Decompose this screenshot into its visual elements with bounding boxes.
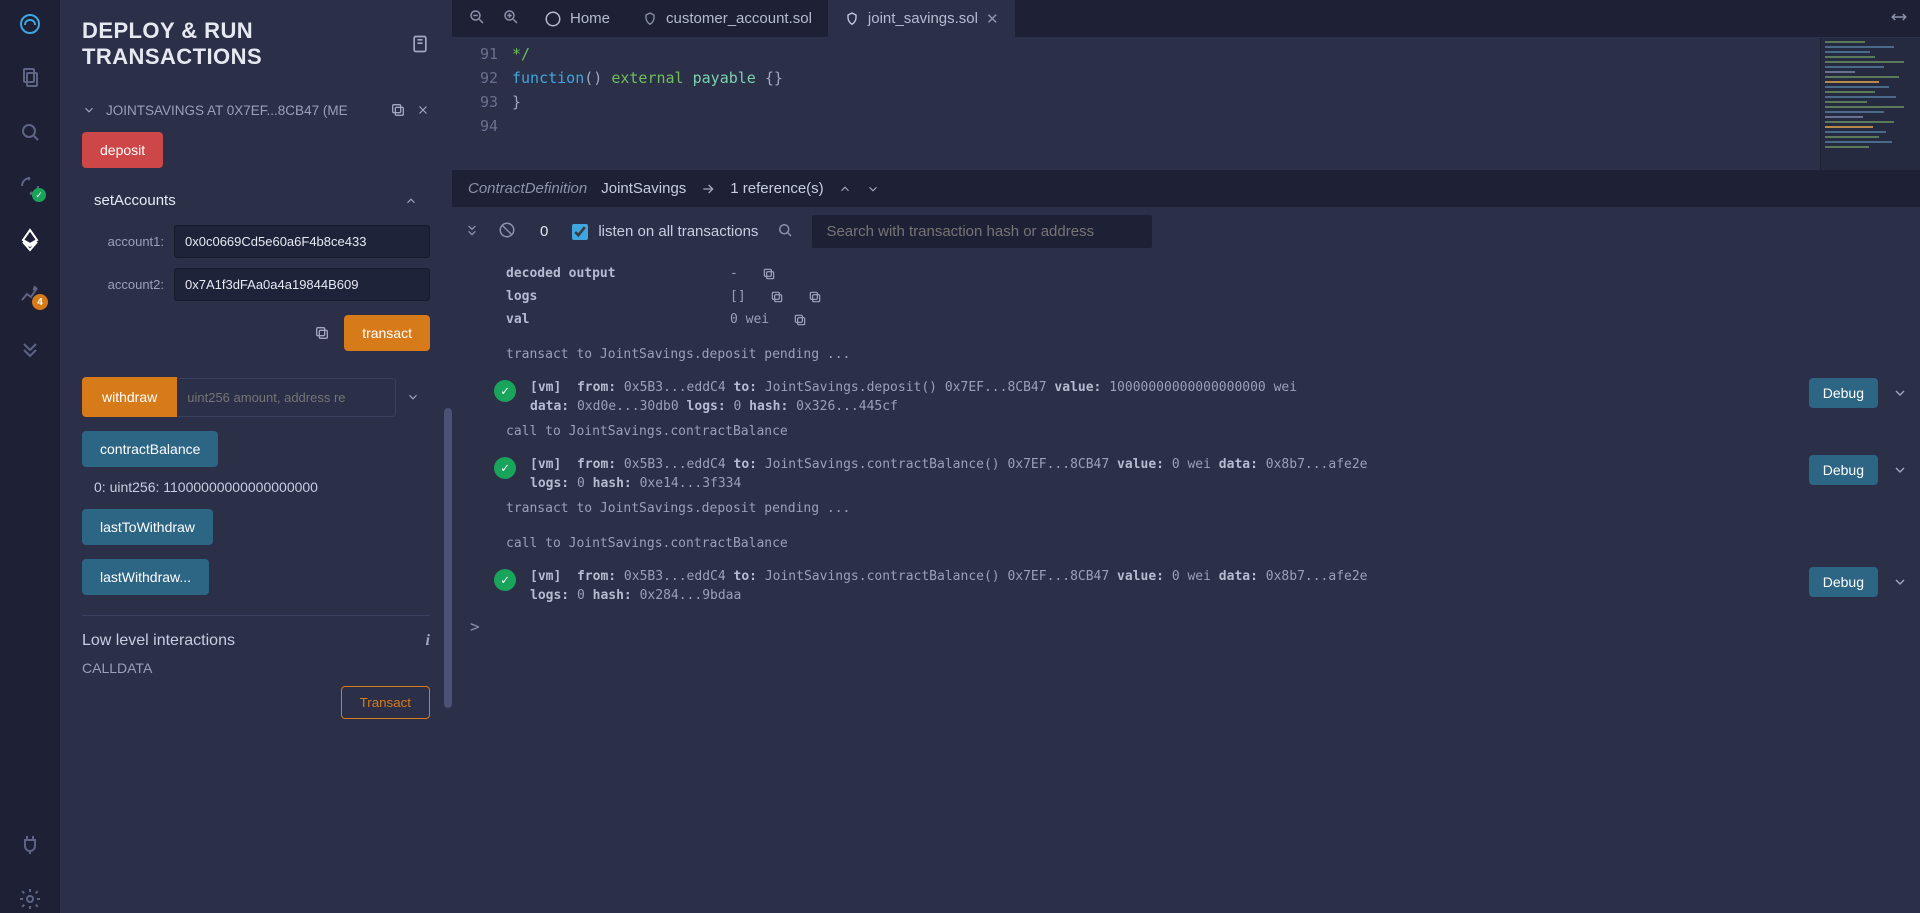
debug-button[interactable]: Debug <box>1809 378 1878 408</box>
left-icon-bar: ✓ 4 <box>0 0 60 913</box>
logo-icon[interactable] <box>16 10 44 38</box>
deploy-panel: DEPLOY & RUN TRANSACTIONS JOINTSAVINGS A… <box>60 0 452 913</box>
terminal-search-input[interactable] <box>812 215 1152 248</box>
copy-icon[interactable] <box>762 267 776 281</box>
tab-customer-account[interactable]: customer_account.sol <box>626 0 828 37</box>
debug-button[interactable]: Debug <box>1809 455 1878 485</box>
copy-icon[interactable] <box>770 290 784 304</box>
terminal[interactable]: decoded output - logs [] val 0 wei trans… <box>452 256 1920 913</box>
breadcrumb: ContractDefinition JointSavings 1 refere… <box>452 170 1920 207</box>
lasttowithdraw-button[interactable]: lastToWithdraw <box>82 509 213 545</box>
account1-label: account1: <box>82 234 164 249</box>
call-line: call to JointSavings.contractBalance <box>464 420 1908 443</box>
listen-checkbox[interactable] <box>572 224 588 240</box>
contract-instance-title: JOINTSAVINGS AT 0X7EF...8CB47 (ME <box>106 103 380 118</box>
lowlevel-transact-button[interactable]: Transact <box>341 686 430 719</box>
line-gutter: 91 92 93 94 <box>452 38 512 170</box>
search-icon[interactable] <box>16 118 44 146</box>
expand-editor-icon[interactable] <box>1890 8 1920 29</box>
zoom-in-icon[interactable] <box>494 8 528 29</box>
transact-button[interactable]: transact <box>344 315 430 351</box>
success-icon: ✓ <box>494 569 516 591</box>
collapse-setaccounts-icon[interactable] <box>404 194 418 208</box>
contractbalance-button[interactable]: contractBalance <box>82 431 218 467</box>
copy-icon[interactable] <box>793 313 807 327</box>
setaccounts-title: setAccounts <box>94 192 176 209</box>
withdraw-button[interactable]: withdraw <box>82 377 177 417</box>
val-key: val <box>506 312 706 327</box>
account2-label: account2: <box>82 277 164 292</box>
deploy-icon[interactable] <box>16 226 44 254</box>
code-content: */ function() external payable {} } <box>512 38 783 170</box>
settings-icon[interactable] <box>16 885 44 913</box>
debug-button[interactable]: Debug <box>1809 567 1878 597</box>
lastwithdraw-button[interactable]: lastWithdraw... <box>82 559 209 595</box>
terminal-prompt[interactable]: > <box>464 609 1908 636</box>
pending-line: transact to JointSavings.deposit pending… <box>464 331 1908 366</box>
tx-row[interactable]: ✓ [vm] from: 0x5B3...eddC4 to: JointSavi… <box>464 366 1908 420</box>
copy-address-icon[interactable] <box>390 102 406 118</box>
tx-row[interactable]: ✓ [vm] from: 0x5B3...eddC4 to: JointSavi… <box>464 443 1908 497</box>
calldata-label: CALLDATA <box>82 660 430 676</box>
pending-line: transact to JointSavings.deposit pending… <box>464 497 1908 520</box>
close-tab-icon[interactable]: ✕ <box>986 10 999 28</box>
tab-joint-savings[interactable]: joint_savings.sol ✕ <box>828 0 1015 37</box>
panel-title: DEPLOY & RUN TRANSACTIONS <box>82 18 410 70</box>
refs-up-icon[interactable] <box>838 182 852 196</box>
deposit-button[interactable]: deposit <box>82 132 163 168</box>
success-icon: ✓ <box>494 380 516 402</box>
debugger-icon[interactable] <box>16 334 44 362</box>
side-scrollbar[interactable] <box>444 78 452 913</box>
tx-row[interactable]: ✓ [vm] from: 0x5B3...eddC4 to: JointSavi… <box>464 555 1908 609</box>
decoded-output-key: decoded output <box>506 266 706 281</box>
low-level-title: Low level interactions <box>82 632 235 650</box>
terminal-toolbar: 0 listen on all transactions <box>452 207 1920 256</box>
account2-input[interactable] <box>174 268 430 301</box>
copy-params-icon[interactable] <box>314 325 330 341</box>
code-editor[interactable]: 91 92 93 94 */ function() external payab… <box>452 38 1920 170</box>
compiler-icon[interactable]: ✓ <box>16 172 44 200</box>
tab-home[interactable]: Home <box>528 0 626 37</box>
listen-checkbox-label[interactable]: listen on all transactions <box>572 223 758 240</box>
refs-down-icon[interactable] <box>866 182 880 196</box>
analytics-badge: 4 <box>32 294 48 310</box>
plugin-icon[interactable] <box>16 831 44 859</box>
logs-key: logs <box>506 289 706 304</box>
call-line: call to JointSavings.contractBalance <box>464 520 1908 555</box>
pending-count: 0 <box>534 223 554 240</box>
collapse-terminal-icon[interactable] <box>464 222 480 241</box>
goto-icon[interactable] <box>700 181 716 197</box>
zoom-out-icon[interactable] <box>460 8 494 29</box>
terminal-search-icon[interactable] <box>776 221 794 242</box>
close-instance-icon[interactable] <box>416 103 430 117</box>
files-icon[interactable] <box>16 64 44 92</box>
minimap[interactable] <box>1820 38 1920 170</box>
copy-icon[interactable] <box>808 290 822 304</box>
expand-tx-icon[interactable] <box>1892 462 1908 478</box>
editor-tabs: Home customer_account.sol joint_savings.… <box>452 0 1920 38</box>
docs-icon[interactable] <box>410 34 430 54</box>
contractbalance-result: 0: uint256: 11000000000000000000 <box>82 479 430 495</box>
withdraw-input[interactable] <box>177 378 396 417</box>
expand-tx-icon[interactable] <box>1892 385 1908 401</box>
account1-input[interactable] <box>174 225 430 258</box>
analytics-icon[interactable]: 4 <box>16 280 44 308</box>
expand-tx-icon[interactable] <box>1892 574 1908 590</box>
success-icon: ✓ <box>494 457 516 479</box>
chevron-down-icon[interactable] <box>82 103 96 117</box>
expand-withdraw-icon[interactable] <box>396 390 430 404</box>
clear-terminal-icon[interactable] <box>498 221 516 242</box>
info-icon[interactable]: i <box>426 632 430 650</box>
compiler-ok-badge: ✓ <box>32 188 46 202</box>
